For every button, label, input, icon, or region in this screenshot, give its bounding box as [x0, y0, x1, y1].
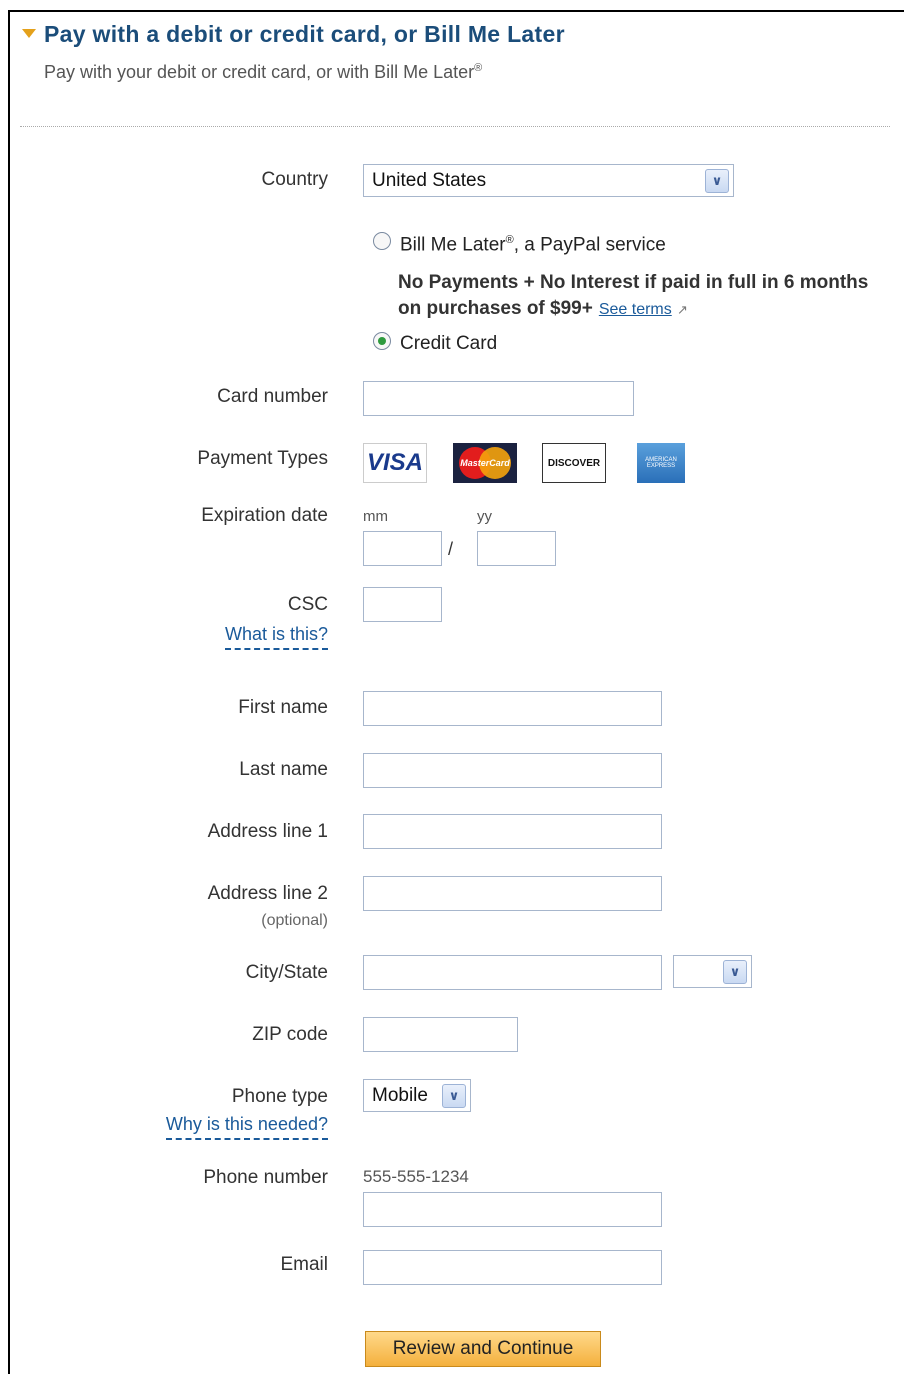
discover-logo: DISCOVER	[542, 443, 606, 483]
phone-type-select[interactable]: Mobile ∨	[363, 1079, 471, 1112]
expand-triangle-icon[interactable]	[22, 29, 36, 38]
promo-line-1: No Payments + No Interest if paid in ful…	[398, 272, 869, 293]
section-subtitle: Pay with your debit or credit card, or w…	[44, 62, 483, 82]
expiration-year-input[interactable]	[477, 531, 556, 566]
chevron-down-icon[interactable]: ∨	[442, 1083, 466, 1108]
city-input[interactable]	[363, 955, 662, 990]
payment-types-label: Payment Types	[197, 448, 328, 469]
phone-number-example: 555-555-1234	[363, 1167, 469, 1186]
expiration-separator: /	[448, 539, 454, 559]
see-terms-link[interactable]: See terms	[599, 301, 672, 318]
review-and-continue-button[interactable]: Review and Continue	[365, 1331, 601, 1367]
bill-me-later-label: Bill Me Later®, a PayPal service	[400, 234, 666, 256]
zip-label: ZIP code	[252, 1024, 328, 1045]
csc-input[interactable]	[363, 587, 442, 622]
first-name-label: First name	[238, 697, 328, 718]
card-number-label: Card number	[217, 386, 328, 407]
address2-label: Address line 2	[207, 883, 328, 904]
amex-logo: AMERICAN EXPRESS	[637, 443, 685, 483]
address1-input[interactable]	[363, 814, 662, 849]
country-select[interactable]: United States ∨	[363, 164, 734, 197]
csc-label: CSC	[287, 594, 328, 615]
bill-me-later-radio[interactable]	[373, 232, 391, 250]
yy-hint: yy	[477, 508, 492, 525]
mm-hint: mm	[363, 508, 388, 525]
last-name-input[interactable]	[363, 753, 662, 788]
expiration-label: Expiration date	[201, 505, 328, 526]
bill-me-later-promo: No Payments + No Interest if paid in ful…	[398, 270, 868, 323]
external-link-icon: ↗	[677, 302, 688, 317]
zip-input[interactable]	[363, 1017, 518, 1052]
state-select[interactable]: ∨	[673, 955, 752, 988]
card-number-input[interactable]	[363, 381, 634, 416]
address2-optional-hint: (optional)	[261, 912, 328, 929]
country-value: United States	[372, 169, 487, 191]
chevron-down-icon[interactable]: ∨	[705, 168, 729, 193]
phone-number-label: Phone number	[203, 1167, 328, 1188]
phone-number-input[interactable]	[363, 1192, 662, 1227]
phone-type-label: Phone type	[231, 1086, 328, 1107]
address1-label: Address line 1	[207, 821, 328, 842]
email-input[interactable]	[363, 1250, 662, 1285]
last-name-label: Last name	[239, 759, 328, 780]
chevron-down-icon[interactable]: ∨	[723, 959, 747, 984]
dotted-divider	[20, 126, 890, 127]
phone-help-link[interactable]: Why is this needed?	[165, 1114, 328, 1140]
credit-card-label: Credit Card	[400, 333, 498, 354]
radio-selected-dot	[378, 337, 386, 345]
expiration-month-input[interactable]	[363, 531, 442, 566]
address2-input[interactable]	[363, 876, 662, 911]
credit-card-radio[interactable]	[373, 332, 391, 350]
email-label: Email	[280, 1254, 328, 1275]
first-name-input[interactable]	[363, 691, 662, 726]
visa-logo: VISA	[363, 443, 427, 483]
phone-type-value: Mobile	[372, 1084, 428, 1106]
city-state-label: City/State	[245, 962, 328, 983]
csc-help-link[interactable]: What is this?	[224, 624, 328, 650]
country-label: Country	[261, 169, 328, 190]
section-title[interactable]: Pay with a debit or credit card, or Bill…	[44, 21, 565, 48]
promo-line-2: on purchases of $99+	[398, 298, 593, 319]
mastercard-logo: MasterCard	[453, 443, 517, 483]
